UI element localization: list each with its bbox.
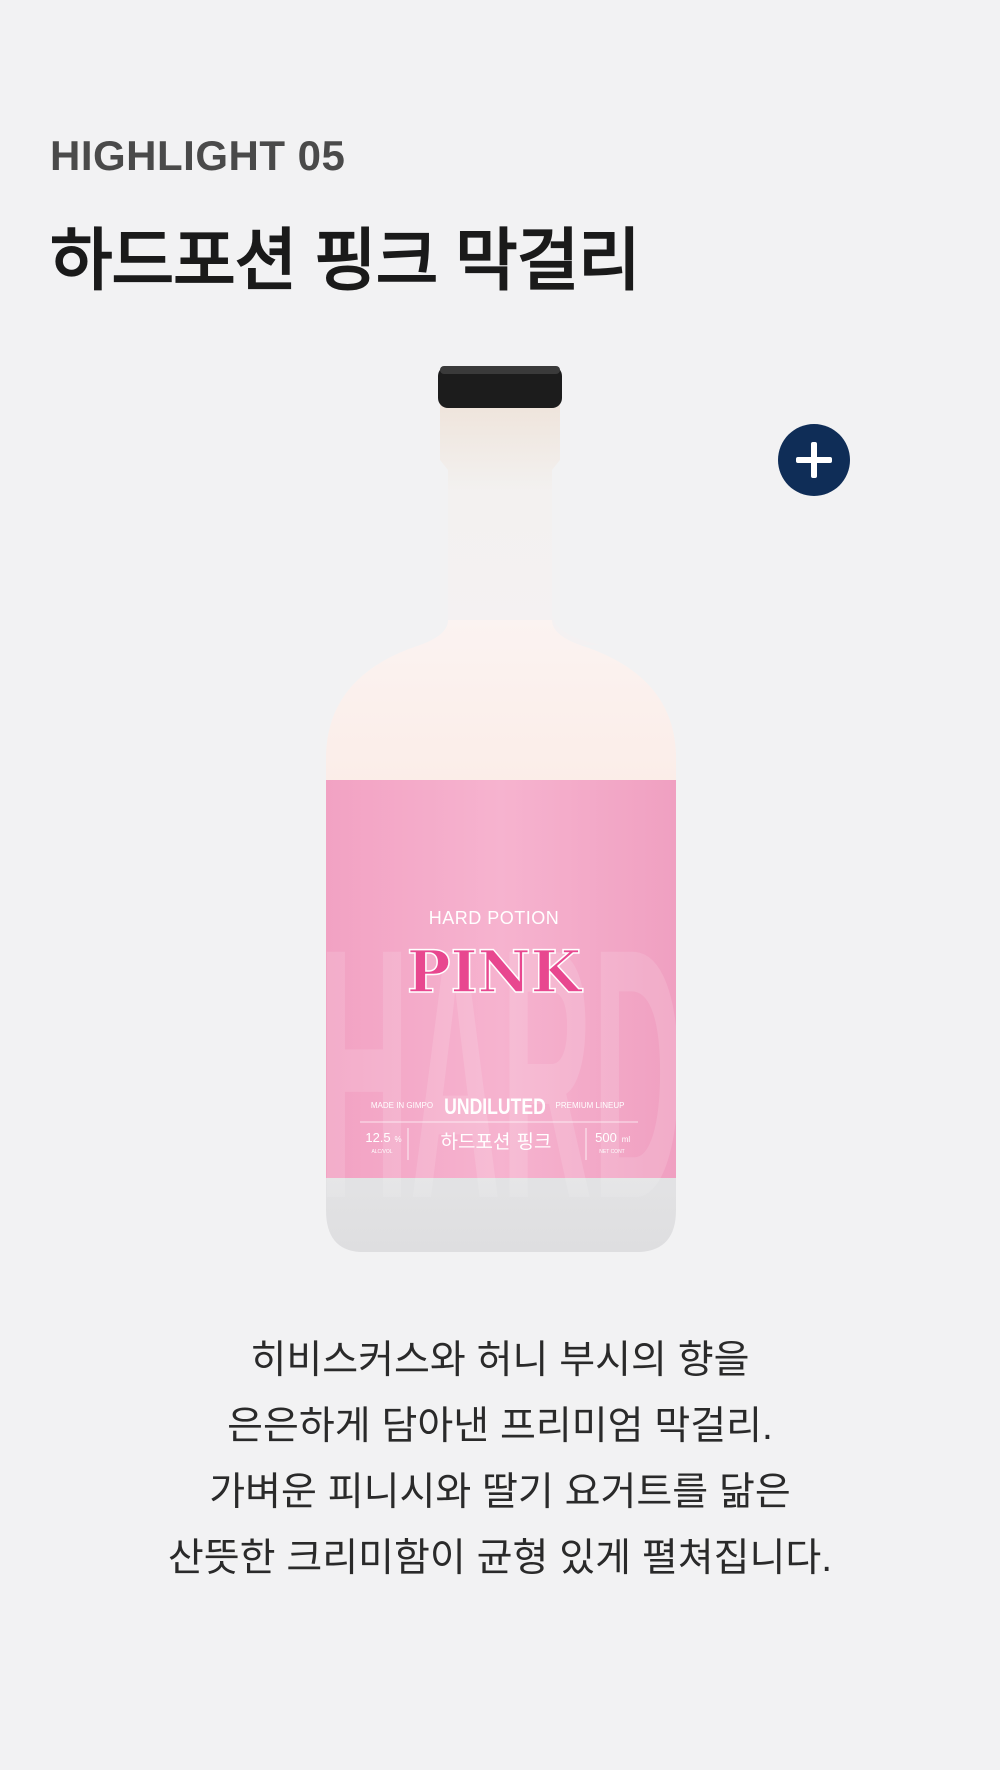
- description-line: 산뜻한 크리미함이 균형 있게 펼쳐집니다.: [167, 1537, 833, 1580]
- bottle-image: HARD HARD POTION PINK MADE IN GIMPO UNDI…: [318, 366, 684, 1270]
- product-image: HARD HARD POTION PINK MADE IN GIMPO UNDI…: [0, 330, 1000, 1270]
- plus-icon-vertical: [811, 442, 817, 478]
- label-lineup: PREMIUM LINEUP: [556, 1101, 625, 1110]
- label-product-name: PINK: [407, 938, 584, 1006]
- label-bg-word: HARD: [318, 874, 683, 1270]
- label-alcohol-value: 12.5: [365, 1130, 390, 1145]
- description-line: 히비스커스와 허니 부시의 향을: [250, 1339, 750, 1382]
- label-brand: HARD POTION: [429, 908, 560, 928]
- label-volume-unit: ml: [622, 1135, 631, 1144]
- label-volume-caption: NET CONT: [599, 1149, 624, 1155]
- label-alcohol-unit: %: [394, 1135, 401, 1144]
- plus-button[interactable]: [778, 424, 850, 496]
- product-title: 하드포션 핑크 막걸리: [50, 223, 641, 299]
- highlight-eyebrow: HIGHLIGHT 05: [50, 132, 346, 179]
- label-volume-value: 500: [595, 1130, 617, 1145]
- product-description: 히비스커스와 허니 부시의 향을 은은하게 담아낸 프리미엄 막걸리. 가벼운 …: [0, 1328, 1000, 1592]
- label-undiluted: UNDILUTED: [444, 1095, 546, 1119]
- description-line: 은은하게 담아낸 프리미엄 막걸리.: [227, 1405, 773, 1448]
- label-korean-name: 하드포션 핑크: [441, 1131, 552, 1153]
- description-line: 가벼운 피니시와 딸기 요거트를 닮은: [209, 1471, 791, 1514]
- label-made-in: MADE IN GIMPO: [371, 1101, 433, 1110]
- label-alcohol-caption: ALC/VOL: [371, 1149, 392, 1155]
